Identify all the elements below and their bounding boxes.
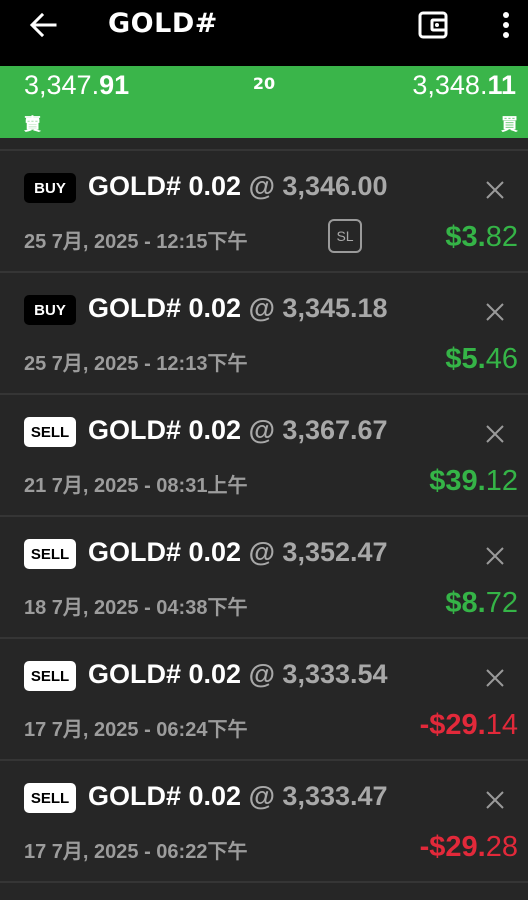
list-item[interactable]: SELL GOLD# 0.02 @ 3,333.47 17 7月, 2025 -…	[0, 761, 528, 883]
close-icon[interactable]	[484, 423, 506, 445]
order-time: 25 7月, 2025 - 12:13下午	[24, 353, 248, 375]
quote-bar: 3,347.91 20 3,348.11 賣 買	[0, 66, 528, 138]
order-time: 17 7月, 2025 - 06:22下午	[24, 841, 248, 863]
buy-label: 買	[501, 115, 518, 135]
stop-loss-badge: SL	[328, 219, 362, 253]
order-price: 3,352.47	[282, 537, 388, 567]
order-price: 3,345.18	[282, 293, 388, 323]
orders-list: BUY GOLD# 0.02 @ 3,346.00 25 7月, 2025 - …	[0, 149, 528, 883]
order-price: 3,367.67	[282, 415, 388, 445]
order-at: @	[248, 659, 275, 689]
order-pnl: $8.72	[445, 587, 518, 619]
side-badge: SELL	[24, 539, 76, 569]
order-symbol: GOLD# 0.02	[88, 171, 242, 201]
side-badge: BUY	[24, 173, 76, 203]
order-price: 3,346.00	[282, 171, 388, 201]
order-summary: GOLD# 0.02 @ 3,346.00	[88, 171, 388, 202]
order-summary: GOLD# 0.02 @ 3,333.47	[88, 781, 388, 812]
side-badge: SELL	[24, 783, 76, 813]
order-summary: GOLD# 0.02 @ 3,333.54	[88, 659, 388, 690]
order-at: @	[248, 781, 275, 811]
order-symbol: GOLD# 0.02	[88, 659, 242, 689]
list-item[interactable]: BUY GOLD# 0.02 @ 3,345.18 25 7月, 2025 - …	[0, 273, 528, 395]
close-icon[interactable]	[484, 667, 506, 689]
order-at: @	[248, 293, 275, 323]
order-at: @	[248, 171, 275, 201]
order-symbol: GOLD# 0.02	[88, 293, 242, 323]
order-time: 25 7月, 2025 - 12:15下午	[24, 231, 248, 253]
list-item[interactable]: SELL GOLD# 0.02 @ 3,367.67 21 7月, 2025 -…	[0, 395, 528, 517]
order-pnl: $5.46	[445, 343, 518, 375]
top-app-bar: GOLD#	[0, 0, 528, 66]
order-summary: GOLD# 0.02 @ 3,352.47	[88, 537, 388, 568]
order-summary: GOLD# 0.02 @ 3,367.67	[88, 415, 388, 446]
buy-price[interactable]: 3,348.11	[412, 70, 516, 101]
order-time: 18 7月, 2025 - 04:38下午	[24, 597, 248, 619]
order-at: @	[248, 537, 275, 567]
close-icon[interactable]	[484, 789, 506, 811]
close-icon[interactable]	[484, 179, 506, 201]
order-price: 3,333.54	[282, 659, 388, 689]
close-icon[interactable]	[484, 301, 506, 323]
order-pnl: -$29.14	[419, 709, 518, 741]
close-icon[interactable]	[484, 545, 506, 567]
order-at: @	[248, 415, 275, 445]
order-summary: GOLD# 0.02 @ 3,345.18	[88, 293, 388, 324]
side-badge: SELL	[24, 417, 76, 447]
list-item[interactable]: SELL GOLD# 0.02 @ 3,352.47 18 7月, 2025 -…	[0, 517, 528, 639]
side-badge: BUY	[24, 295, 76, 325]
list-item[interactable]: BUY GOLD# 0.02 @ 3,346.00 25 7月, 2025 - …	[0, 151, 528, 273]
order-pnl: $39.12	[429, 465, 518, 497]
wallet-icon[interactable]	[417, 9, 449, 41]
page-title: GOLD#	[108, 8, 218, 39]
order-symbol: GOLD# 0.02	[88, 781, 242, 811]
order-pnl: -$29.28	[419, 831, 518, 863]
side-badge: SELL	[24, 661, 76, 691]
list-item[interactable]: SELL GOLD# 0.02 @ 3,333.54 17 7月, 2025 -…	[0, 639, 528, 761]
back-arrow-icon[interactable]	[28, 10, 58, 40]
order-time: 17 7月, 2025 - 06:24下午	[24, 719, 248, 741]
order-time: 21 7月, 2025 - 08:31上午	[24, 475, 248, 497]
more-vertical-icon[interactable]	[496, 8, 516, 42]
order-symbol: GOLD# 0.02	[88, 415, 242, 445]
sell-label: 賣	[24, 115, 41, 135]
order-symbol: GOLD# 0.02	[88, 537, 242, 567]
order-price: 3,333.47	[282, 781, 388, 811]
order-pnl: $3.82	[445, 221, 518, 253]
